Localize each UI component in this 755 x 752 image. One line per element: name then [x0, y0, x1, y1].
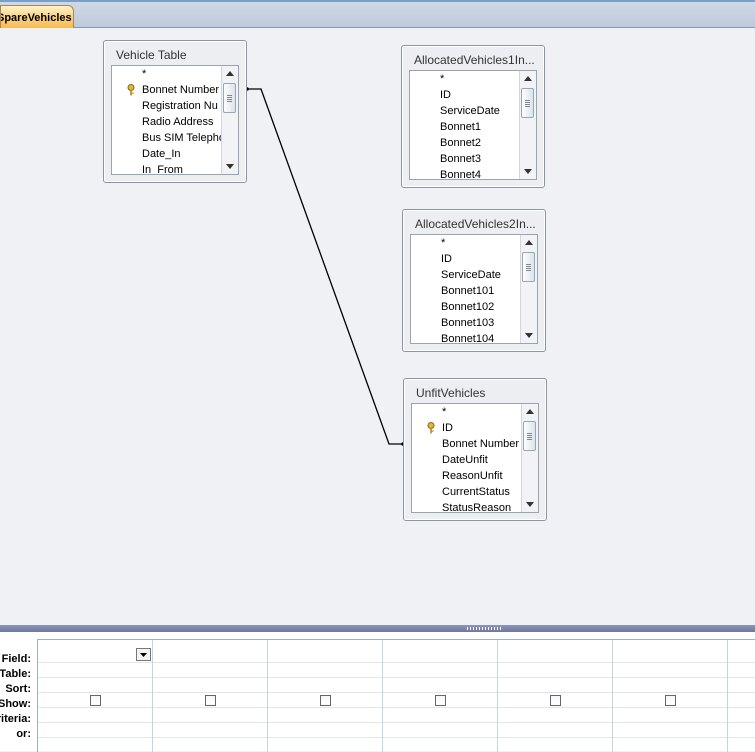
chevron-down-icon	[140, 653, 147, 657]
grid-column[interactable]	[38, 640, 153, 752]
field-item[interactable]: Bonnet101	[441, 283, 494, 299]
document-tab-label: SpareVehicles	[0, 12, 72, 24]
show-checkbox[interactable]	[90, 695, 101, 706]
vertical-scrollbar[interactable]	[521, 404, 538, 512]
field-item[interactable]: CurrentStatus	[442, 484, 510, 500]
field-item[interactable]: In_From	[142, 162, 183, 174]
show-checkbox[interactable]	[550, 695, 561, 706]
field-item[interactable]: *	[440, 71, 444, 87]
field-item[interactable]: ReasonUnfit	[442, 468, 503, 484]
field-item[interactable]: ServiceDate	[440, 103, 500, 119]
field-item[interactable]: DateUnfit	[442, 452, 488, 468]
field-item[interactable]: ID	[441, 251, 452, 267]
row-label-show: Show:	[0, 698, 31, 710]
row-label-or: or:	[16, 728, 31, 740]
field-item[interactable]: Bonnet4	[440, 167, 481, 179]
field-item[interactable]: StatusReason	[442, 500, 511, 512]
join-line[interactable]	[246, 88, 403, 445]
scroll-down-arrow-icon[interactable]	[223, 159, 237, 173]
scroll-thumb[interactable]	[223, 83, 236, 113]
show-checkbox[interactable]	[665, 695, 676, 706]
field-item[interactable]: Bonnet102	[441, 299, 494, 315]
field-item[interactable]: Bonnet Number	[142, 82, 219, 98]
field-item[interactable]: *	[142, 66, 146, 82]
vertical-scrollbar[interactable]	[519, 71, 536, 179]
show-checkbox[interactable]	[320, 695, 331, 706]
scroll-down-arrow-icon[interactable]	[521, 164, 535, 178]
field-item[interactable]: Date_In	[142, 146, 181, 162]
field-item[interactable]: Bonnet1	[440, 119, 481, 135]
field-list[interactable]: * Bonnet Number Registration Nu Radio Ad…	[111, 65, 239, 175]
field-item[interactable]: Registration Nu	[142, 98, 218, 114]
grid-columns[interactable]	[37, 639, 755, 752]
scroll-down-arrow-icon[interactable]	[522, 328, 536, 342]
primary-key-icon	[127, 84, 135, 96]
table-title: AllocatedVehicles1In...	[414, 53, 535, 67]
field-item[interactable]: *	[442, 404, 446, 420]
field-item[interactable]: Radio Address	[142, 114, 214, 130]
query-design-canvas[interactable]: Vehicle Table * Bonnet Number Registrati…	[0, 28, 755, 611]
row-label-field: Field:	[1, 653, 31, 665]
row-label-sort: Sort:	[5, 683, 31, 695]
table-allocatedvehicles1[interactable]: AllocatedVehicles1In... * ID ServiceDate…	[401, 45, 545, 188]
pane-splitter[interactable]	[0, 625, 755, 632]
table-title: AllocatedVehicles2In...	[415, 217, 536, 231]
scroll-thumb[interactable]	[521, 88, 534, 118]
document-tab-sparevehicles[interactable]: SpareVehicles	[0, 5, 74, 29]
field-list[interactable]: * ID ServiceDate Bonnet101 Bonnet102 Bon…	[410, 234, 538, 344]
scroll-up-arrow-icon[interactable]	[521, 72, 535, 86]
field-item[interactable]: Bonnet Number	[442, 436, 519, 452]
scroll-up-arrow-icon[interactable]	[523, 405, 537, 419]
field-dropdown-button[interactable]	[136, 648, 151, 661]
table-title: UnfitVehicles	[416, 386, 486, 400]
field-list[interactable]: * ID ServiceDate Bonnet1 Bonnet2 Bonnet3…	[409, 70, 537, 180]
grid-column[interactable]	[613, 640, 728, 752]
grid-column[interactable]	[153, 640, 268, 752]
grid-column[interactable]	[268, 640, 383, 752]
grid-column[interactable]	[383, 640, 498, 752]
field-item[interactable]: Bonnet3	[440, 151, 481, 167]
grid-column[interactable]	[498, 640, 613, 752]
row-label-criteria: Criteria:	[0, 713, 31, 725]
field-item[interactable]: Bonnet2	[440, 135, 481, 151]
scroll-thumb[interactable]	[523, 421, 536, 451]
scroll-thumb[interactable]	[522, 252, 535, 282]
show-checkbox[interactable]	[205, 695, 216, 706]
field-item[interactable]: ServiceDate	[441, 267, 501, 283]
scroll-up-arrow-icon[interactable]	[522, 236, 536, 250]
table-allocatedvehicles2[interactable]: AllocatedVehicles2In... * ID ServiceDate…	[402, 209, 546, 352]
splitter-grip-icon[interactable]	[467, 627, 503, 630]
table-vehicle-table[interactable]: Vehicle Table * Bonnet Number Registrati…	[103, 40, 247, 183]
row-label-table: Table:	[0, 668, 31, 680]
query-design-grid[interactable]: Field: Table: Sort: Show: Criteria: or:	[0, 632, 755, 752]
document-tab-strip: SpareVehicles	[0, 0, 755, 29]
field-item[interactable]: Bonnet103	[441, 315, 494, 331]
vertical-scrollbar[interactable]	[221, 66, 238, 174]
field-list[interactable]: * ID Bonnet Number DateUnfit ReasonUnfit…	[411, 403, 539, 513]
table-title: Vehicle Table	[116, 48, 187, 62]
vertical-scrollbar[interactable]	[520, 235, 537, 343]
field-item[interactable]: Bonnet104	[441, 331, 494, 343]
field-item[interactable]: ID	[440, 87, 451, 103]
scroll-up-arrow-icon[interactable]	[223, 67, 237, 81]
table-unfitvehicles[interactable]: UnfitVehicles * ID Bonnet Number DateUnf…	[403, 378, 547, 521]
field-item[interactable]: *	[441, 235, 445, 251]
show-checkbox[interactable]	[435, 695, 446, 706]
field-item[interactable]: ID	[442, 420, 453, 436]
scroll-down-arrow-icon[interactable]	[523, 497, 537, 511]
primary-key-icon	[427, 422, 435, 434]
